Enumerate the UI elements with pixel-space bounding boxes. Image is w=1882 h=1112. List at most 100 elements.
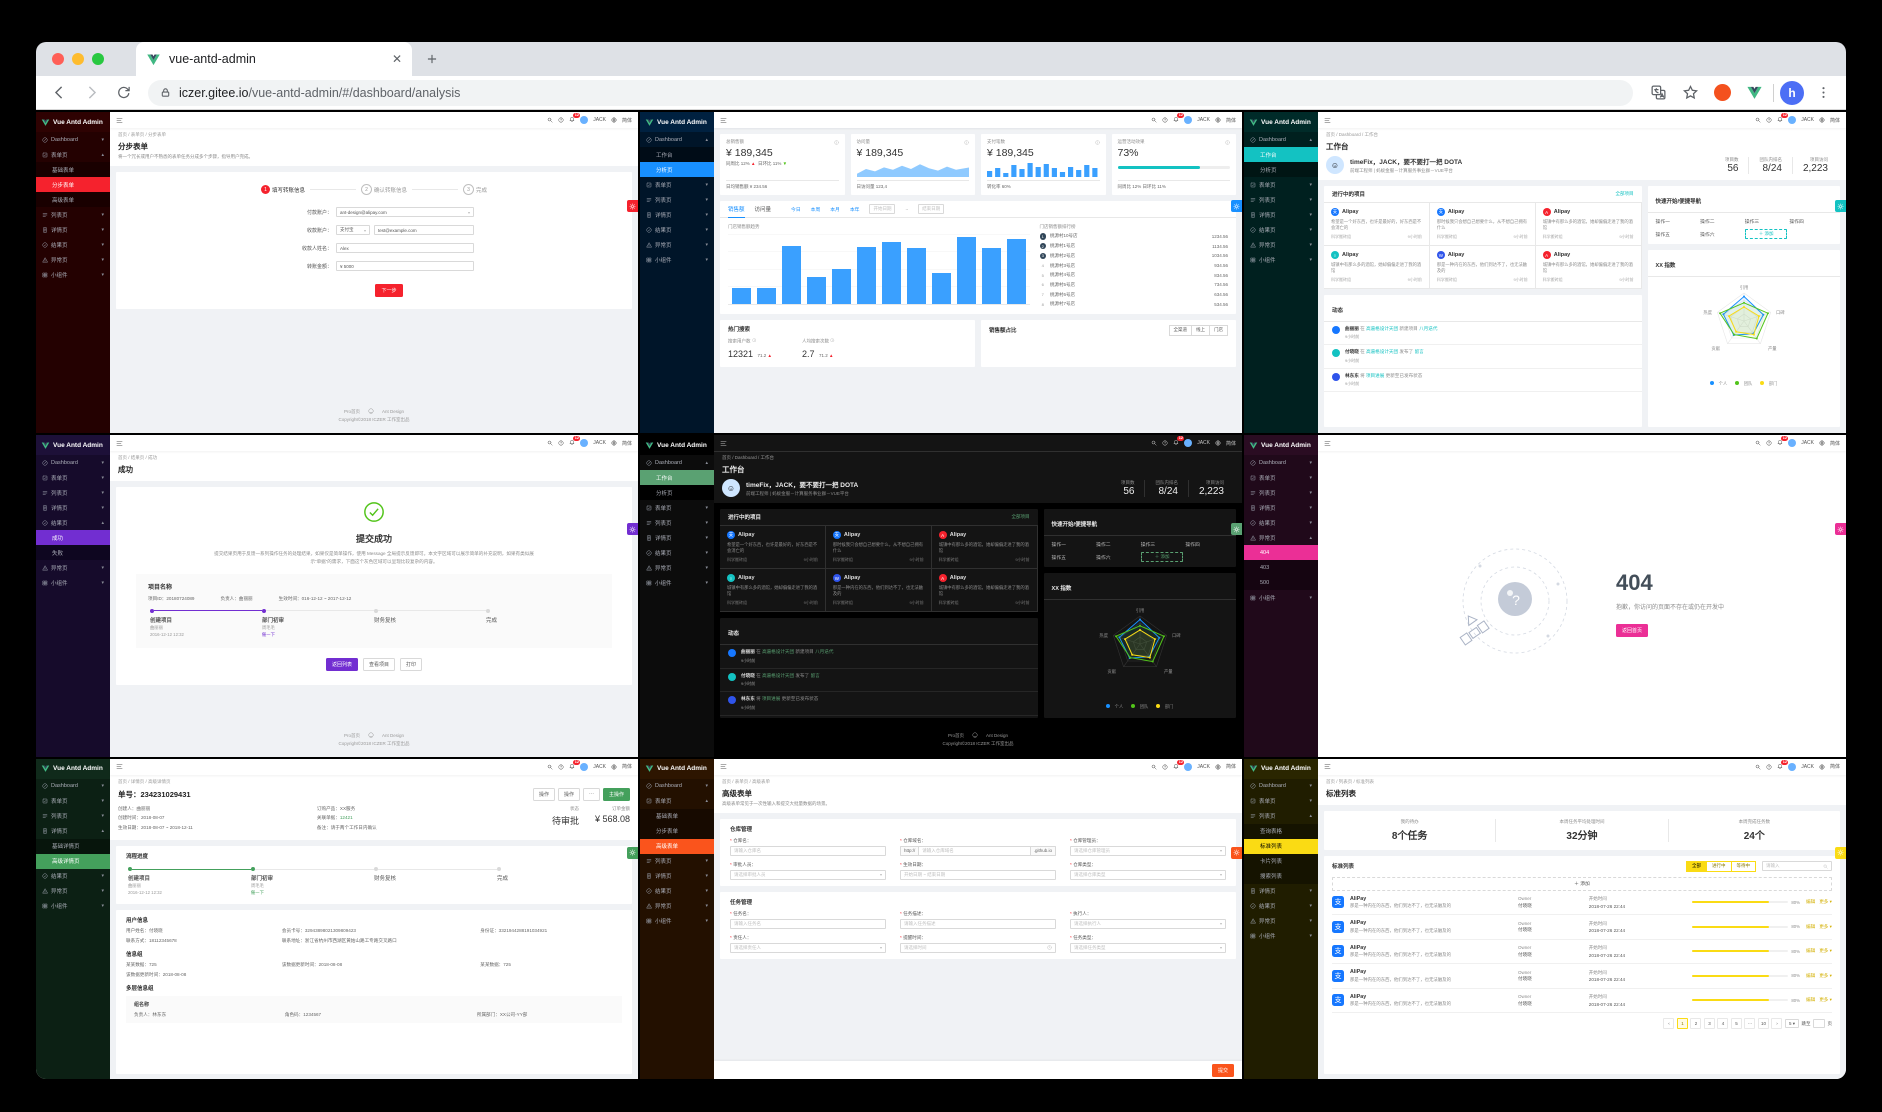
sidebar-item-分析页[interactable]: 分析页: [640, 485, 714, 501]
language-label[interactable]: 简体: [622, 117, 632, 124]
field-input[interactable]: 请选择仓库管理员 ▾: [1070, 845, 1226, 856]
search-icon[interactable]: [1755, 764, 1761, 770]
more-link[interactable]: 更多 ▾: [1819, 948, 1832, 954]
sidebar-item-列表页[interactable]: 列表页 ▾: [1244, 192, 1318, 207]
quick-op-操作三[interactable]: 操作三: [1141, 541, 1184, 548]
next-step-button[interactable]: 下一步: [375, 284, 403, 297]
sidebar-item-详情页[interactable]: 详情页 ▾: [640, 207, 714, 222]
page-3[interactable]: 3: [1703, 1018, 1715, 1030]
sidebar-item-详情页[interactable]: 详情页 ▾: [36, 500, 110, 515]
sidebar-item-分步表单[interactable]: 分步表单: [640, 823, 714, 839]
notification-bell[interactable]: 12: [1777, 436, 1789, 447]
linked-value[interactable]: 12421: [340, 815, 353, 820]
notification-bell[interactable]: 12: [1777, 759, 1789, 771]
sidebar-item-列表页[interactable]: 列表页 ▾: [36, 809, 110, 824]
sidebar-item-列表页[interactable]: 列表页 ▴: [1244, 809, 1318, 824]
quick-op-操作一[interactable]: 操作一: [1052, 541, 1095, 548]
all-projects-link[interactable]: 全部项目: [1012, 514, 1030, 520]
sidebar-item-异常页[interactable]: 异常页 ▾: [640, 560, 714, 575]
globe-icon[interactable]: [1819, 764, 1825, 770]
activity-seg[interactable]: 项目进展: [1366, 373, 1384, 378]
user-avatar[interactable]: [1788, 762, 1797, 771]
sidebar-item-结果页[interactable]: 结果页 ▾: [36, 869, 110, 884]
quick-op-操作四[interactable]: 操作四: [1789, 218, 1832, 225]
sidebar-item-Dashboard[interactable]: Dashboard ▴: [640, 132, 714, 147]
range-本周[interactable]: 本周: [811, 206, 821, 213]
footer-link-pro[interactable]: Pro首页: [344, 733, 360, 738]
footer-link-pro[interactable]: Pro首页: [344, 409, 360, 414]
refresh-icon[interactable]: [110, 80, 136, 106]
range-本年[interactable]: 本年: [850, 206, 860, 213]
kebab-menu-icon[interactable]: [1810, 80, 1836, 106]
quick-op-操作二[interactable]: 操作二: [1096, 541, 1139, 548]
tab-访问量[interactable]: 访问量: [755, 201, 772, 217]
project-group[interactable]: 科学搬砖组: [1543, 277, 1563, 283]
sidebar-item-异常页[interactable]: 异常页 ▾: [1244, 914, 1318, 929]
sidebar-item-500[interactable]: 500: [1244, 575, 1318, 591]
all-projects-link[interactable]: 全部项目: [1616, 191, 1634, 197]
sidebar-item-Dashboard[interactable]: Dashboard ▴: [640, 455, 714, 470]
page-‹[interactable]: ‹: [1663, 1018, 1675, 1030]
sidebar-item-小组件[interactable]: 小组件 ▾: [1244, 590, 1318, 605]
theme-settings-button[interactable]: [1231, 846, 1242, 859]
more-link[interactable]: 更多 ▾: [1819, 899, 1832, 905]
sidebar-item-工作台[interactable]: 工作台: [1244, 147, 1318, 162]
quick-op-操作六[interactable]: 操作六: [1096, 554, 1139, 561]
activity-seg[interactable]: 留言: [1414, 349, 1423, 354]
quick-op-操作五[interactable]: 操作五: [1052, 554, 1095, 561]
sidebar-item-详情页[interactable]: 详情页 ▾: [640, 869, 714, 884]
page-›[interactable]: ›: [1771, 1018, 1783, 1030]
action-button[interactable]: 操作: [557, 787, 580, 801]
project-card[interactable]: A Alipay 城镇中有那么多的酒馆，她却偏偏走进了我的酒馆 科学搬砖组 9小时前: [1535, 246, 1642, 289]
row-title[interactable]: AliPay: [1350, 969, 1512, 975]
sidebar-item-详情页[interactable]: 详情页 ▾: [1244, 884, 1318, 899]
more-link[interactable]: 更多 ▾: [1819, 973, 1832, 979]
sidebar-item-分析页[interactable]: 分析页: [1244, 162, 1318, 177]
field-input[interactable]: 请输入任务描述: [900, 918, 1056, 929]
tab-close-icon[interactable]: ✕: [392, 52, 402, 66]
project-card[interactable]: 支 Alipay 希望是一个好东西，也许是最好的，好东西是不会消亡的 科学搬砖组 9小时…: [1324, 203, 1430, 246]
help-icon[interactable]: [1162, 440, 1168, 446]
language-label[interactable]: 简体: [1226, 763, 1236, 770]
filter-全部[interactable]: 全部: [1686, 860, 1707, 872]
quick-op-操作五[interactable]: 操作五: [1656, 231, 1699, 238]
project-group[interactable]: 科学搬砖组: [939, 557, 959, 563]
range-本月[interactable]: 本月: [830, 206, 840, 213]
project-card[interactable]: A Alipay 城镇中有那么多的酒馆，她却偏偏走进了我的酒馆 科学搬砖组 9小时前: [1535, 203, 1642, 246]
project-card[interactable]: ○ Alipay 城镇中有那么多的酒馆，她却偏偏走进了我的酒馆 科学搬砖组 9小时前: [720, 569, 826, 613]
sidebar-item-Dashboard[interactable]: Dashboard ▾: [36, 779, 110, 794]
sidebar-item-403[interactable]: 403: [1244, 560, 1318, 576]
sidebar-item-结果页[interactable]: 结果页 ▾: [36, 237, 110, 252]
notification-bell[interactable]: 12: [1173, 436, 1185, 447]
sidebar-item-异常页[interactable]: 异常页 ▾: [640, 237, 714, 252]
footer-link-antd[interactable]: Ant Design: [382, 733, 404, 738]
user-avatar[interactable]: [580, 762, 589, 771]
sidebar-item-列表页[interactable]: 列表页 ▾: [1244, 485, 1318, 500]
sidebar-item-表单页[interactable]: 表单页 ▾: [1244, 470, 1318, 485]
project-group[interactable]: 科学搬砖组: [939, 600, 959, 606]
menu-icon[interactable]: [116, 117, 123, 124]
language-label[interactable]: 简体: [1830, 440, 1840, 447]
list-search-input[interactable]: 请输入: [1762, 861, 1832, 872]
activity-seg[interactable]: 留言: [810, 673, 819, 678]
field-input[interactable]: ¥ 5000: [336, 261, 474, 271]
activity-seg[interactable]: 高逼格设计天团: [1366, 349, 1398, 354]
activity-seg[interactable]: 项目进展: [762, 696, 780, 701]
sidebar-item-Dashboard[interactable]: Dashboard ▾: [36, 455, 110, 470]
action-button[interactable]: 操作: [532, 787, 555, 801]
activity-seg[interactable]: 高逼格设计天团: [1366, 326, 1398, 331]
sidebar-item-小组件[interactable]: 小组件 ▾: [36, 575, 110, 590]
channel-门店[interactable]: 门店: [1210, 324, 1228, 336]
field-input[interactable]: 请选择仓库类型 ▾: [1070, 869, 1226, 880]
quick-add-button[interactable]: ＋ 添加: [1140, 552, 1184, 563]
edit-link[interactable]: 编辑: [1806, 899, 1815, 905]
globe-icon[interactable]: [611, 117, 617, 123]
sidebar-item-异常页[interactable]: 异常页 ▾: [36, 560, 110, 575]
search-icon[interactable]: [1151, 764, 1157, 770]
sidebar-item-列表页[interactable]: 列表页 ▾: [36, 485, 110, 500]
sidebar-item-小组件[interactable]: 小组件 ▾: [640, 252, 714, 267]
quick-op-操作二[interactable]: 操作二: [1700, 218, 1743, 225]
search-icon[interactable]: [1755, 117, 1761, 123]
forward-icon[interactable]: [78, 80, 104, 106]
language-label[interactable]: 简体: [1226, 440, 1236, 447]
